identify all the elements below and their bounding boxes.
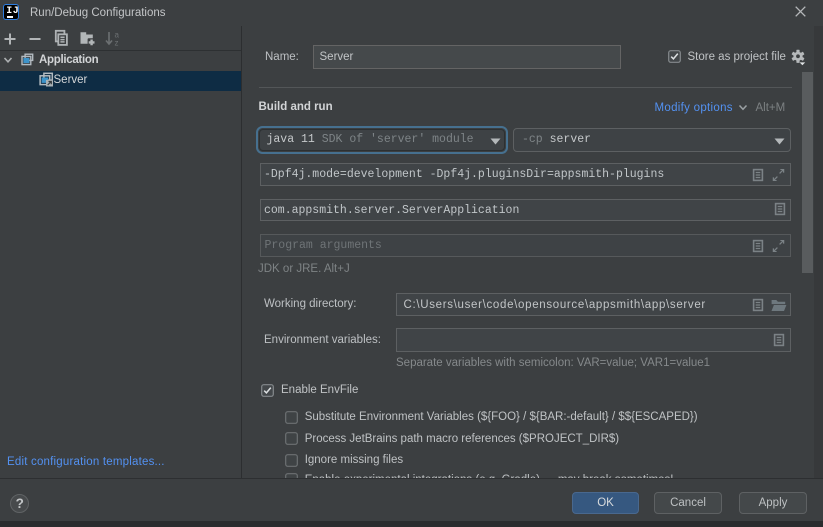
svg-text:z: z xyxy=(115,39,119,47)
